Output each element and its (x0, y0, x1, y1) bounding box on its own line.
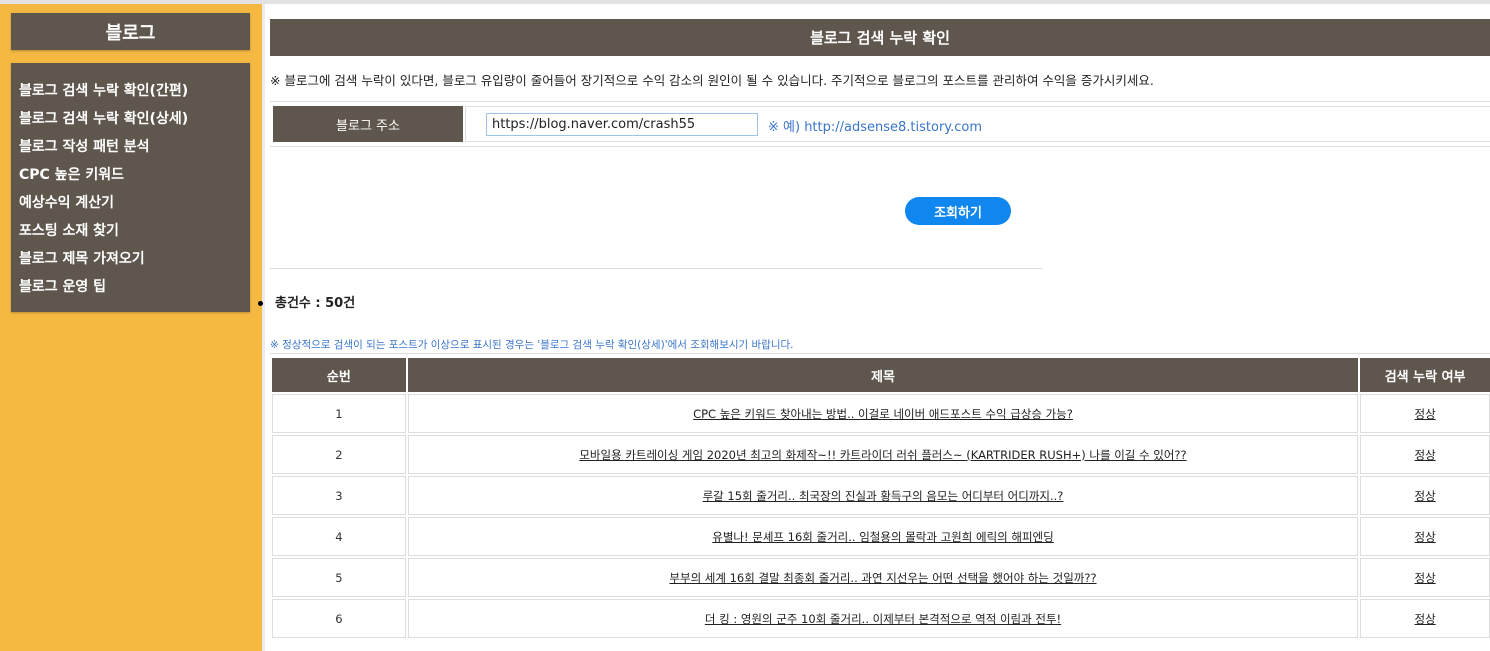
row-status-cell: 정상 (1360, 517, 1490, 556)
post-title-link[interactable]: CPC 높은 키워드 찾아내는 방법.. 이걸로 네이버 애드포스트 수익 급상… (693, 407, 1073, 421)
row-number: 3 (272, 476, 406, 515)
sidebar-item-revenue-calculator[interactable]: 예상수익 계산기 (19, 192, 114, 214)
detail-note: ※ 정상적으로 검색이 되는 포스트가 이상으로 표시된 경우는 '블로그 검색… (270, 339, 794, 351)
row-title-cell: 루갈 15회 줄거리.. 최국장의 진실과 황득구의 음모는 어디부터 어디까지… (407, 476, 1359, 515)
sidebar-title: 블로그 (11, 13, 250, 50)
sidebar-divider (262, 4, 265, 651)
address-row: 블로그 주소 ※ 예) http://adsense8.tistory.com (270, 103, 1490, 144)
total-count-text: 총건수 : 50건 (275, 296, 356, 311)
sidebar-menu: 블로그 검색 누락 확인(간편) 블로그 검색 누락 확인(상세) 블로그 작성… (11, 63, 250, 312)
sidebar-item-writing-pattern[interactable]: 블로그 작성 패턴 분석 (19, 136, 150, 158)
sidebar-item-blog-titles[interactable]: 블로그 제목 가져오기 (19, 248, 145, 270)
post-title-link[interactable]: 루갈 15회 줄거리.. 최국장의 진실과 황득구의 음모는 어디부터 어디까지… (703, 489, 1064, 503)
total-count: 총건수 : 50건 (258, 292, 355, 311)
table-header-row: 순번 제목 검색 누락 여부 (272, 358, 1490, 392)
table-row: 5 부부의 세계 16회 결말 최종회 줄거리.. 과연 지선우는 어떤 선택을… (272, 558, 1490, 597)
row-status-cell: 정상 (1360, 558, 1490, 597)
blog-address-input[interactable] (486, 113, 758, 136)
table-row: 3 루갈 15회 줄거리.. 최국장의 진실과 황득구의 음모는 어디부터 어디… (272, 476, 1490, 515)
row-title-cell: 부부의 세계 16회 결말 최종회 줄거리.. 과연 지선우는 어떤 선택을 했… (407, 558, 1359, 597)
main-content: 블로그 검색 누락 확인 ※ 블로그에 검색 누락이 있다면, 블로그 유입량이… (258, 0, 1490, 651)
row-title-cell: 모바일용 카트레이싱 게임 2020년 최고의 화제작~!! 카트라이더 러쉬 … (407, 435, 1359, 474)
page-title: 블로그 검색 누락 확인 (270, 19, 1490, 56)
status-link[interactable]: 정상 (1415, 407, 1436, 421)
row-number: 6 (272, 599, 406, 638)
post-title-link[interactable]: 부부의 세계 16회 결말 최종회 줄거리.. 과연 지선우는 어떤 선택을 했… (669, 571, 1096, 585)
row-title-cell: CPC 높은 키워드 찾아내는 방법.. 이걸로 네이버 애드포스트 수익 급상… (407, 394, 1359, 433)
status-link[interactable]: 정상 (1415, 571, 1436, 585)
notice-text: ※ 블로그에 검색 누락이 있다면, 블로그 유입량이 줄어들어 장기적으로 수… (270, 73, 1154, 88)
row-title-cell: 유별나! 문셰프 16회 줄거리.. 임철용의 몰락과 고원희 에릭의 해피엔딩 (407, 517, 1359, 556)
sidebar-item-cpc-keywords[interactable]: CPC 높은 키워드 (19, 164, 124, 186)
post-title-link[interactable]: 모바일용 카트레이싱 게임 2020년 최고의 화제작~!! 카트라이더 러쉬 … (579, 448, 1186, 462)
post-title-link[interactable]: 더 킹 : 영원의 군주 10회 줄거리.. 이제부터 본격적으로 역적 이림과… (705, 612, 1061, 626)
search-button[interactable]: 조회하기 (905, 197, 1011, 225)
row-status-cell: 정상 (1360, 599, 1490, 638)
sidebar-item-blog-tips[interactable]: 블로그 운영 팁 (19, 276, 106, 298)
status-link[interactable]: 정상 (1415, 612, 1436, 626)
row-status-cell: 정상 (1360, 394, 1490, 433)
status-link[interactable]: 정상 (1415, 489, 1436, 503)
row-number: 2 (272, 435, 406, 474)
results-table-wrap: 순번 제목 검색 누락 여부 1 CPC 높은 키워드 찾아내는 방법.. 이걸… (272, 356, 1490, 640)
divider (270, 268, 1042, 269)
status-link[interactable]: 정상 (1415, 448, 1436, 462)
column-header-status: 검색 누락 여부 (1360, 358, 1490, 392)
address-label: 블로그 주소 (273, 106, 463, 142)
row-status-cell: 정상 (1360, 476, 1490, 515)
row-number: 1 (272, 394, 406, 433)
sidebar-item-search-missing-detail[interactable]: 블로그 검색 누락 확인(상세) (19, 108, 188, 130)
table-row: 6 더 킹 : 영원의 군주 10회 줄거리.. 이제부터 본격적으로 역적 이… (272, 599, 1490, 638)
sidebar-item-posting-topics[interactable]: 포스팅 소재 찾기 (19, 220, 119, 242)
table-row: 2 모바일용 카트레이싱 게임 2020년 최고의 화제작~!! 카트라이더 러… (272, 435, 1490, 474)
bullet-icon (258, 301, 263, 306)
results-table: 순번 제목 검색 누락 여부 1 CPC 높은 키워드 찾아내는 방법.. 이걸… (270, 356, 1490, 640)
divider (270, 146, 1490, 147)
table-row: 1 CPC 높은 키워드 찾아내는 방법.. 이걸로 네이버 애드포스트 수익 … (272, 394, 1490, 433)
row-status-cell: 정상 (1360, 435, 1490, 474)
row-title-cell: 더 킹 : 영원의 군주 10회 줄거리.. 이제부터 본격적으로 역적 이림과… (407, 599, 1359, 638)
column-header-number: 순번 (272, 358, 406, 392)
post-title-link[interactable]: 유별나! 문셰프 16회 줄거리.. 임철용의 몰락과 고원희 에릭의 해피엔딩 (712, 530, 1053, 544)
sidebar-item-search-missing-simple[interactable]: 블로그 검색 누락 확인(간편) (19, 80, 188, 102)
column-header-title: 제목 (407, 358, 1359, 392)
divider (270, 353, 1490, 354)
table-row: 4 유별나! 문셰프 16회 줄거리.. 임철용의 몰락과 고원희 에릭의 해피… (272, 517, 1490, 556)
row-number: 5 (272, 558, 406, 597)
status-link[interactable]: 정상 (1415, 530, 1436, 544)
address-example: ※ 예) http://adsense8.tistory.com (768, 120, 983, 135)
row-number: 4 (272, 517, 406, 556)
divider (270, 101, 1490, 102)
